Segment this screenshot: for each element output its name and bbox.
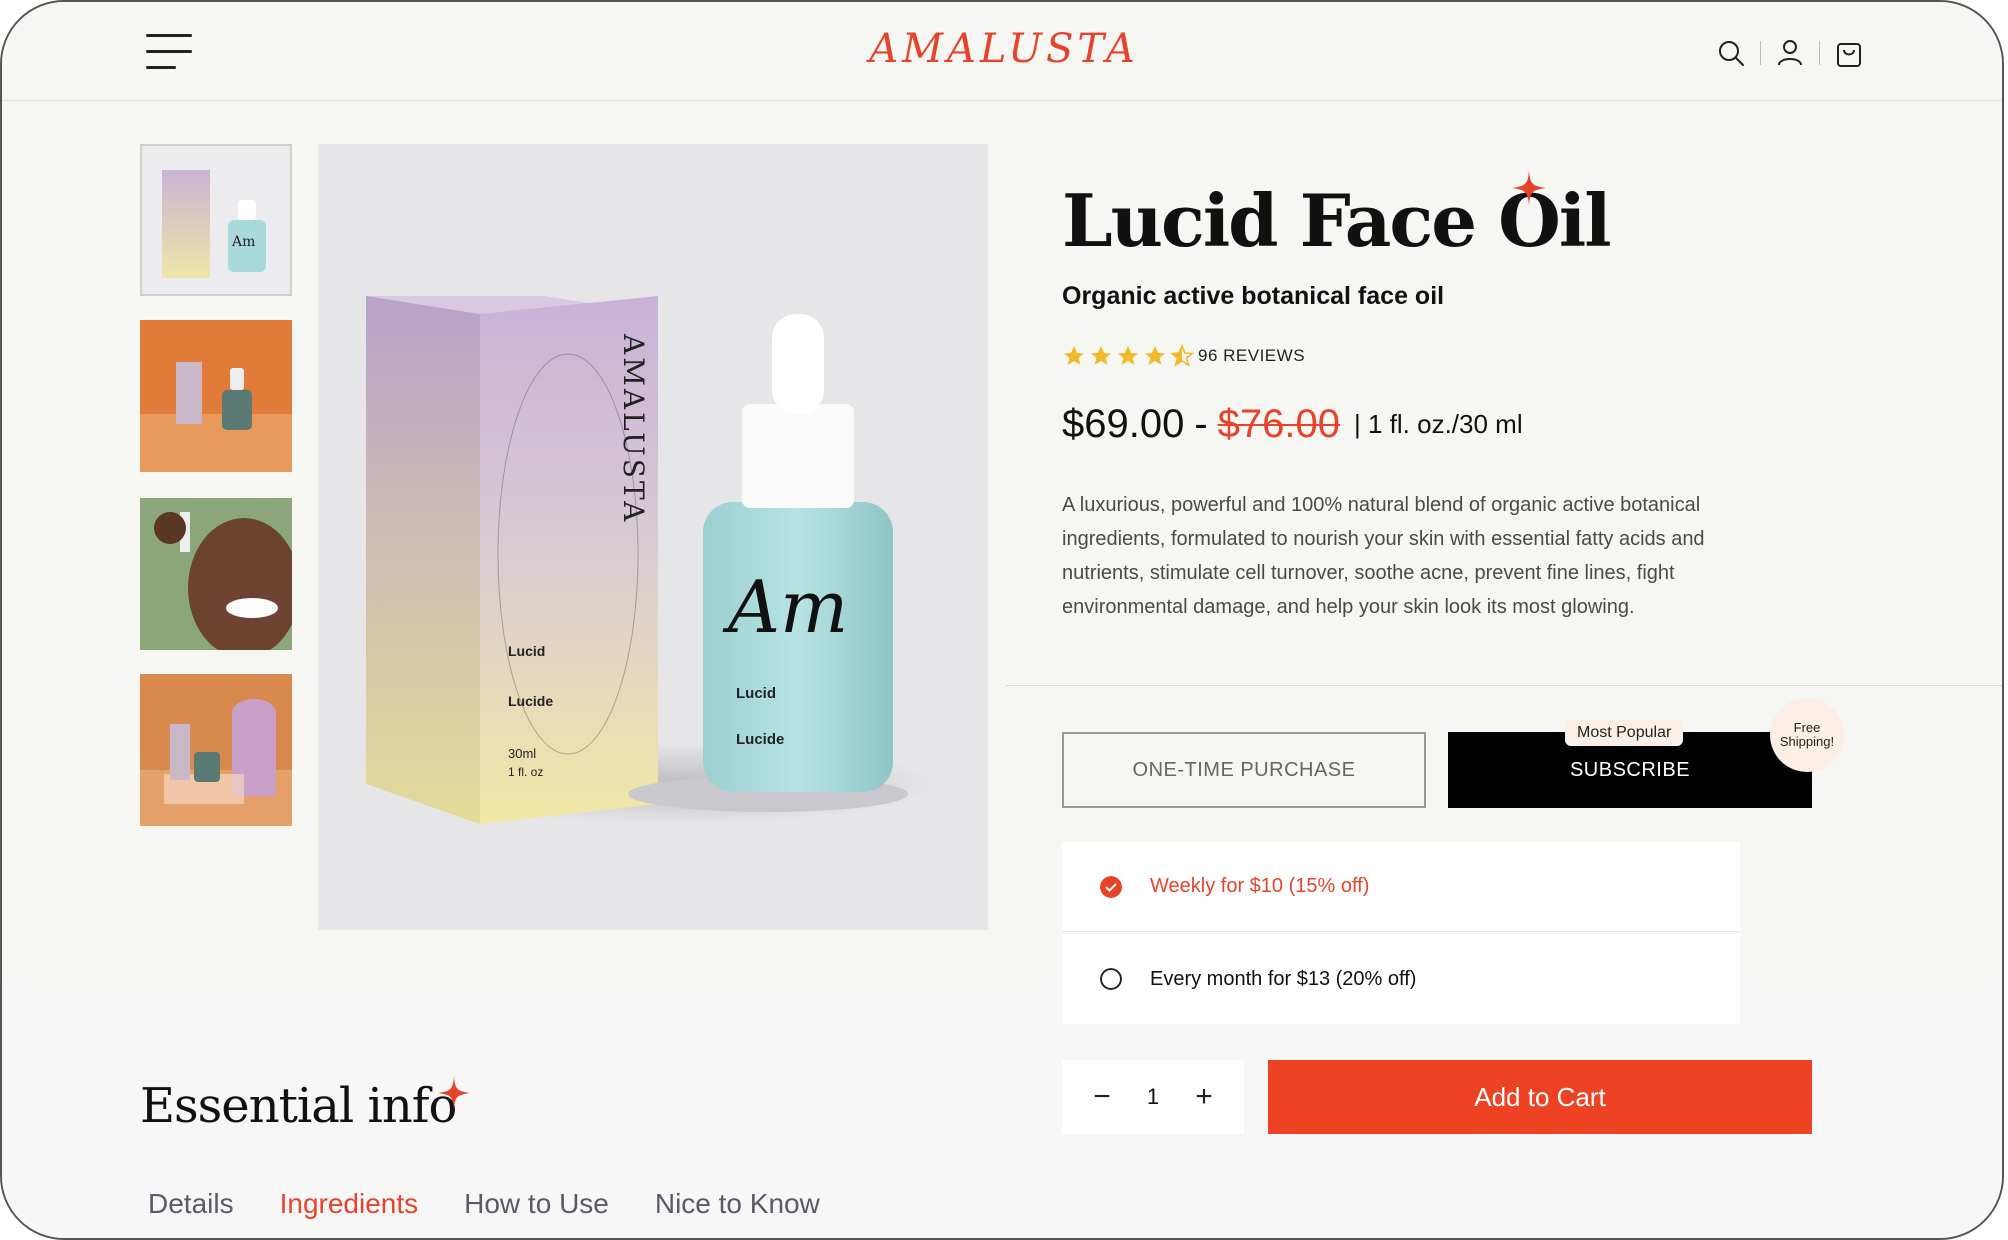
- quantity-stepper: − 1 +: [1062, 1060, 1244, 1134]
- tab-ingredients[interactable]: Ingredients: [280, 1188, 419, 1220]
- original-price: $76.00: [1217, 402, 1341, 446]
- reviews-link[interactable]: 96 REVIEWS: [1198, 346, 1305, 366]
- product-subtitle: Organic active botanical face oil: [1062, 282, 1445, 310]
- star-icon: [1064, 346, 1084, 365]
- free-shipping-badge: Free Shipping!: [1770, 698, 1844, 772]
- box-brand: AMALUSTA: [617, 333, 650, 524]
- svg-text:Am: Am: [231, 234, 255, 250]
- search-icon[interactable]: [1714, 36, 1748, 70]
- user-icon[interactable]: [1773, 36, 1807, 70]
- half-star-icon: [1170, 344, 1194, 367]
- essential-info-title: Essential info: [140, 1078, 457, 1134]
- browser-frame: AMALUSTA Am Lucid Lucide 30ml 1 fl. oz A…: [0, 0, 2004, 1240]
- decrement-button[interactable]: −: [1088, 1080, 1116, 1114]
- frequency-label: Every month for $13 (20% off): [1150, 967, 1417, 990]
- box-name: Lucid: [508, 643, 545, 659]
- thumbnail-2[interactable]: [140, 320, 292, 472]
- increment-button[interactable]: +: [1190, 1080, 1218, 1114]
- separator: [1760, 41, 1761, 65]
- thumbnail-image: [140, 699, 292, 826]
- sparkle-icon: [438, 1076, 470, 1110]
- box-volume-oz: 1 fl. oz: [508, 765, 543, 779]
- sparkle-icon: [1512, 170, 1546, 206]
- bottle-name-fr: Lucide: [736, 731, 784, 748]
- box-name-fr: Lucide: [508, 693, 553, 709]
- main-product-image: Lucid Lucide 30ml 1 fl. oz AMALUSTA Am L…: [318, 144, 988, 930]
- product-size: | 1 fl. oz./30 ml: [1354, 409, 1523, 439]
- info-tabs: Details Ingredients How to Use Nice to K…: [148, 1188, 820, 1220]
- star-icon: [1091, 346, 1111, 365]
- thumbnail-image: [140, 362, 292, 472]
- price-row: $69.00 - $76.00 | 1 fl. oz./30 ml: [1062, 402, 1523, 447]
- bottle-name: Lucid: [736, 685, 776, 702]
- frequency-option-weekly[interactable]: Weekly for $10 (15% off): [1062, 842, 1740, 932]
- thumbnail-image: Am: [162, 170, 266, 278]
- divider: [1006, 685, 2002, 686]
- radio-unchecked-icon[interactable]: [1100, 968, 1122, 990]
- star-icon: [1145, 346, 1165, 365]
- frequency-label: Weekly for $10 (15% off): [1150, 875, 1370, 897]
- product-illustration: Lucid Lucide 30ml 1 fl. oz AMALUSTA Am L…: [366, 296, 938, 824]
- box-volume: 30ml: [508, 746, 536, 761]
- free-shipping-line2: Shipping!: [1779, 734, 1835, 749]
- rating-stars[interactable]: [1062, 344, 1194, 368]
- thumbnail-1[interactable]: Am: [140, 144, 292, 296]
- add-to-cart-button[interactable]: Add to Cart: [1268, 1060, 1812, 1134]
- most-popular-badge: Most Popular: [1565, 720, 1684, 746]
- thumbnail-3[interactable]: [140, 498, 292, 650]
- brand-logo[interactable]: AMALUSTA: [2, 26, 2002, 72]
- product-description: A luxurious, powerful and 100% natural b…: [1062, 494, 1705, 618]
- thumbnail-image: [154, 512, 292, 650]
- tab-how-to-use[interactable]: How to Use: [464, 1188, 609, 1220]
- header-actions: [1714, 36, 1866, 70]
- free-shipping-line1: Free: [1793, 720, 1821, 735]
- site-header: AMALUSTA: [2, 2, 2002, 101]
- one-time-purchase-button[interactable]: ONE-TIME PURCHASE: [1062, 732, 1426, 808]
- price-separator: -: [1194, 402, 1208, 446]
- frequency-option-monthly[interactable]: Every month for $13 (20% off): [1062, 934, 1740, 1024]
- bottle-logo: Am: [722, 565, 848, 649]
- tab-nice-to-know[interactable]: Nice to Know: [655, 1188, 820, 1220]
- star-icon: [1118, 346, 1138, 365]
- separator: [1819, 41, 1820, 65]
- shopping-bag-icon[interactable]: [1832, 36, 1866, 70]
- quantity-value[interactable]: 1: [1147, 1084, 1159, 1110]
- tab-details[interactable]: Details: [148, 1188, 234, 1220]
- thumbnail-4[interactable]: [140, 674, 292, 826]
- current-price: $69.00: [1062, 402, 1185, 446]
- radio-checked-icon[interactable]: [1100, 875, 1122, 898]
